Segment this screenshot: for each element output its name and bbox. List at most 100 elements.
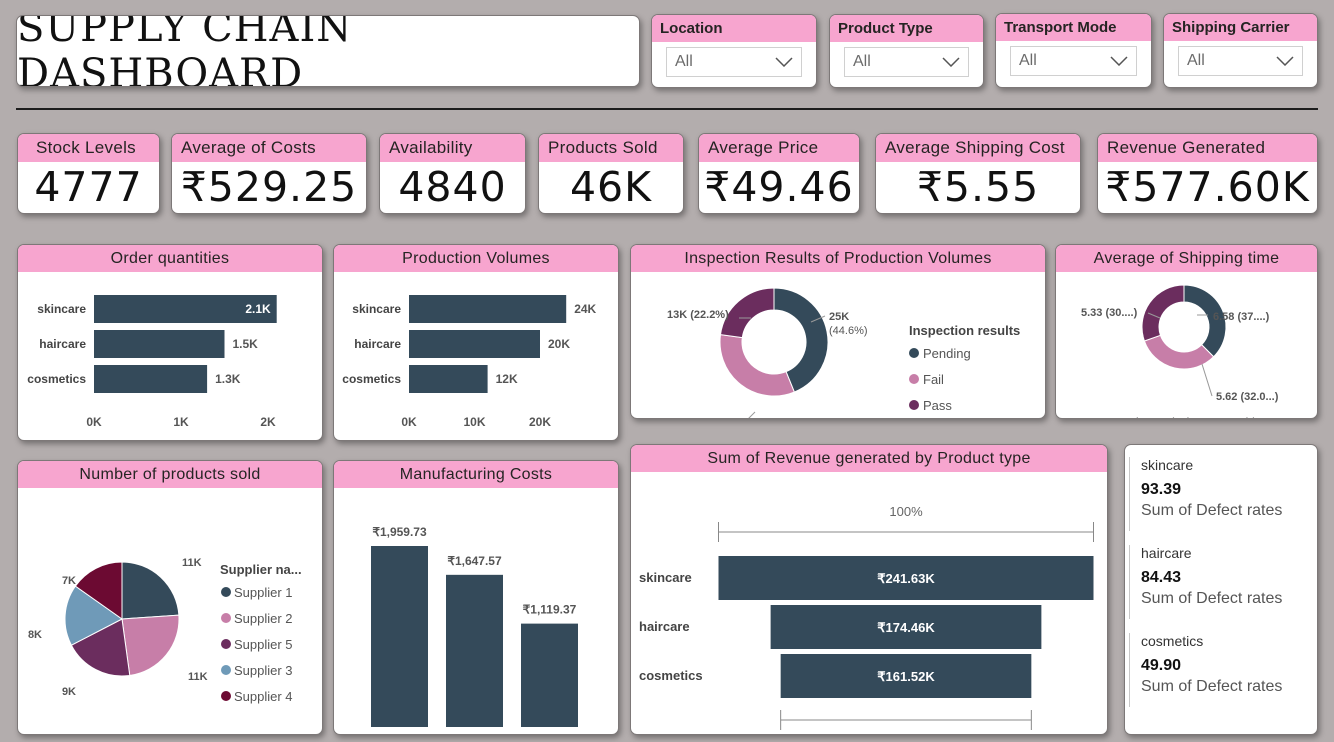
kpi-value: 4777 <box>34 163 143 211</box>
data-label: ₹1,119.37 <box>523 603 577 617</box>
revenue-funnel-card: Sum of Revenue generated by Product type… <box>630 444 1108 735</box>
chevron-down-icon <box>1110 56 1128 66</box>
data-label: ₹1,647.57 <box>447 554 502 568</box>
kpi-label: Stock Levels <box>18 134 159 162</box>
kpi-value: ₹529.25 <box>180 163 358 211</box>
x-tick-label: 1K <box>173 415 189 429</box>
data-label: 20K <box>548 337 570 351</box>
data-label: ₹174.46K <box>877 620 935 635</box>
chart-title: Average of Shipping time <box>1056 245 1317 272</box>
legend-label: cosmetics <box>1094 415 1152 419</box>
legend-marker <box>221 665 231 675</box>
bar <box>409 330 540 358</box>
chart-title: Inspection Results of Production Volumes <box>631 245 1045 272</box>
chart-title: Sum of Revenue generated by Product type <box>631 445 1107 472</box>
bar <box>371 546 428 727</box>
category-label: skincare <box>37 302 86 316</box>
legend-label: Pending <box>923 346 971 361</box>
category-label: haircare <box>39 337 86 351</box>
data-label: (44.6%) <box>829 325 868 337</box>
slicer-label: Product Type <box>830 15 983 42</box>
bar <box>94 330 225 358</box>
kpi-average-costs: Average of Costs ₹529.25 <box>171 133 367 214</box>
legend-label: Pass <box>923 398 952 413</box>
slicer-value: All <box>853 53 871 70</box>
category-label: cosmetics <box>520 733 579 735</box>
kpi-value: 46K <box>569 163 653 211</box>
title-card: SUPPLY CHAIN DASHBOARD <box>16 15 640 87</box>
defect-label: Sum of Defect rates <box>1141 590 1283 607</box>
defect-rates-card: skincare 93.39 Sum of Defect rates hairc… <box>1124 444 1318 735</box>
defect-value: 93.39 <box>1141 481 1182 498</box>
legend-label: Supplier 4 <box>234 689 293 704</box>
data-label: 1.3K <box>215 372 241 386</box>
slicer-label: Shipping Carrier <box>1164 14 1317 41</box>
slicer-value: All <box>675 53 693 70</box>
data-label: 7K <box>62 575 76 587</box>
category-label: skincare <box>375 733 424 735</box>
defect-label: Sum of Defect rates <box>1141 678 1283 695</box>
defect-value: 84.43 <box>1141 569 1182 586</box>
chevron-down-icon <box>775 57 793 67</box>
kpi-average-shipping-cost: Average Shipping Cost ₹5.55 <box>875 133 1081 214</box>
defect-label: Sum of Defect rates <box>1141 502 1283 519</box>
defect-category: haircare <box>1141 545 1192 561</box>
pie-slice <box>121 614 180 677</box>
legend-marker <box>221 613 231 623</box>
legend-label: Fail <box>923 372 944 387</box>
data-label: 8K <box>28 629 42 641</box>
shipping-time-card: Average of Shipping time 6.58 (37....) 5.… <box>1055 244 1318 419</box>
x-tick-label: 0K <box>401 415 417 429</box>
shipping-time-chart: 6.58 (37....) 5.62 (32.0...) 5.33 (30....)… <box>1081 284 1287 419</box>
legend-title: Inspection results <box>909 323 1020 338</box>
pie-slice <box>1143 334 1215 370</box>
products-sold-card: Number of products sold 11K 11K 9K 8K 7K Supp… <box>17 460 323 735</box>
x-tick-label: 0K <box>86 415 102 429</box>
data-label: ₹1,959.73 <box>372 525 427 539</box>
slicer-dropdown[interactable]: All <box>1010 46 1137 76</box>
header-divider <box>16 108 1318 110</box>
bar <box>521 623 578 727</box>
production-volumes-chart: skincare 24K haircare 20K cosmetics 12K 0K 10K 2… <box>342 295 597 429</box>
products-sold-chart: 11K 11K 9K 8K 7K Supplier na... Supplier 1 Supp… <box>28 557 302 704</box>
data-label: 6.58 (37....) <box>1213 311 1270 323</box>
data-label: 24K <box>574 302 596 316</box>
data-label: 11K <box>182 557 202 569</box>
transport-mode-slicer[interactable]: Transport Mode All <box>995 13 1152 88</box>
data-label: 12K <box>496 372 518 386</box>
location-slicer[interactable]: Location All <box>651 14 817 88</box>
kpi-value: ₹49.46 <box>704 163 854 211</box>
data-label: 5.62 (32.0...) <box>1216 391 1279 403</box>
inspection-results-card: Inspection Results of Production Volumes… <box>630 244 1046 419</box>
slicer-dropdown[interactable]: All <box>844 47 969 77</box>
bottom-percentage: 66.8% <box>888 734 925 735</box>
revenue-funnel-chart: 100% ₹241.63K skincare ₹174.46K haircare ₹161… <box>639 504 1094 735</box>
legend-marker <box>1159 418 1169 419</box>
shipping-carrier-slicer[interactable]: Shipping Carrier All <box>1163 13 1318 88</box>
defect-category: skincare <box>1141 457 1194 473</box>
category-label: haircare <box>354 337 401 351</box>
slicer-dropdown[interactable]: All <box>1178 46 1303 76</box>
row-accent-line <box>1129 633 1130 707</box>
legend-label: Supplier 3 <box>234 663 293 678</box>
kpi-revenue-generated: Revenue Generated ₹577.60K <box>1097 133 1318 214</box>
category-label: skincare <box>352 302 401 316</box>
slicer-label: Transport Mode <box>996 14 1151 41</box>
kpi-label: Products Sold <box>539 134 683 162</box>
leader-line <box>1201 363 1213 397</box>
legend-marker <box>1226 418 1236 419</box>
chart-title: Number of products sold <box>18 461 322 488</box>
product-type-slicer[interactable]: Product Type All <box>829 14 984 88</box>
x-tick-label: 2K <box>260 415 276 429</box>
order-quantities-chart: skincare 2.1K haircare 1.5K cosmetics 1.3K 0K 1… <box>27 295 277 429</box>
slicer-dropdown[interactable]: All <box>666 47 802 77</box>
bar <box>409 295 567 323</box>
bar <box>446 574 503 727</box>
slicer-value: All <box>1187 52 1205 69</box>
legend-marker <box>221 587 231 597</box>
bar <box>409 365 488 393</box>
row-accent-line <box>1129 457 1130 531</box>
x-tick-label: 20K <box>529 415 551 429</box>
data-label: 13K (22.2%) <box>667 309 729 321</box>
kpi-label: Average Price <box>699 134 859 162</box>
